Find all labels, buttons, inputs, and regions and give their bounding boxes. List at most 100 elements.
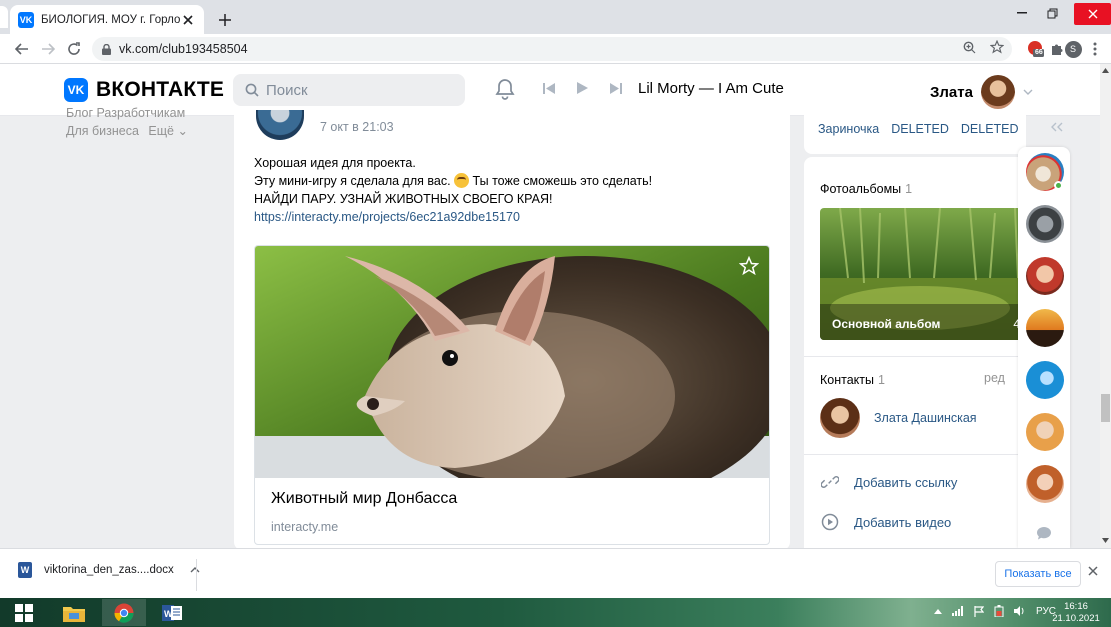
profile-letter: S bbox=[1064, 40, 1082, 58]
left-footer-menu: Блог Разработчикам Для бизнеса Ещё ⌄ bbox=[66, 106, 188, 140]
clock-date: 21.10.2021 bbox=[1052, 613, 1100, 624]
next-track-icon[interactable] bbox=[610, 82, 622, 94]
post-line-2a: Эту мини-игру я сделала для вас. bbox=[254, 174, 451, 188]
svg-text:W: W bbox=[164, 609, 173, 619]
collapse-chats-icon[interactable] bbox=[1050, 122, 1064, 132]
user-menu[interactable]: Злата bbox=[930, 75, 1033, 109]
contacts-count: 1 bbox=[878, 373, 885, 387]
network-signal-icon[interactable] bbox=[952, 606, 964, 616]
search-icon bbox=[245, 83, 259, 97]
chat-avatar[interactable] bbox=[1026, 257, 1064, 295]
chat-avatar[interactable] bbox=[1026, 465, 1064, 503]
online-indicator bbox=[1054, 181, 1063, 190]
window-close-button[interactable] bbox=[1074, 3, 1111, 25]
post-link[interactable]: https://interacty.me/projects/6ec21a92db… bbox=[254, 208, 652, 226]
taskbar-clock[interactable]: 16:16 21.10.2021 bbox=[1050, 601, 1102, 625]
favorite-star-icon[interactable] bbox=[739, 256, 759, 276]
contacts-header[interactable]: Контакты 1 bbox=[820, 373, 885, 387]
profile-avatar[interactable]: S bbox=[1064, 40, 1082, 58]
vk-favicon-icon: VK bbox=[18, 11, 34, 28]
minimize-button[interactable] bbox=[1007, 0, 1037, 26]
file-explorer-taskbar-icon[interactable] bbox=[52, 599, 96, 626]
divider bbox=[196, 559, 197, 591]
add-video-button[interactable]: Добавить видео bbox=[820, 512, 951, 532]
back-button[interactable] bbox=[12, 40, 32, 58]
chat-avatar[interactable] bbox=[1026, 413, 1064, 451]
scroll-up-icon[interactable] bbox=[1102, 68, 1109, 73]
scrollbar-thumb[interactable] bbox=[1101, 394, 1110, 422]
notifications-bell-icon[interactable] bbox=[495, 78, 515, 100]
flag-icon[interactable] bbox=[974, 605, 984, 617]
chat-bubble-icon[interactable] bbox=[1037, 527, 1051, 540]
add-link-button[interactable]: Добавить ссылку bbox=[820, 472, 957, 492]
user-name: Злата bbox=[930, 83, 973, 101]
menu-business[interactable]: Для бизнеса bbox=[66, 124, 139, 138]
post-line-2: Эту мини-игру я сделала для вас. Ты тоже… bbox=[254, 172, 652, 190]
chrome-taskbar-icon[interactable] bbox=[102, 599, 146, 626]
albums-count: 1 bbox=[905, 182, 913, 196]
member-name[interactable]: DELETED bbox=[961, 122, 1019, 136]
reload-button[interactable] bbox=[64, 40, 84, 58]
post-line-2b: Ты тоже сможешь это сделать! bbox=[472, 174, 653, 188]
browser-menu-icon[interactable] bbox=[1086, 40, 1104, 58]
scroll-down-icon[interactable] bbox=[1102, 538, 1109, 543]
chat-avatar[interactable] bbox=[1026, 205, 1064, 243]
wall-post: 7 окт в 21:03 Хорошая идея для проекта. … bbox=[234, 110, 790, 550]
now-playing-track[interactable]: Lil Morty — I Am Cute bbox=[638, 80, 784, 97]
member-name[interactable]: DELETED bbox=[891, 122, 949, 136]
search-input[interactable] bbox=[266, 81, 456, 99]
play-icon[interactable] bbox=[577, 82, 588, 94]
restore-button[interactable] bbox=[1037, 0, 1067, 26]
divider bbox=[804, 454, 1026, 455]
vk-logo[interactable]: VK ВКОНТАКТЕ bbox=[64, 78, 224, 102]
album-main[interactable]: Основной альбом 4 bbox=[820, 208, 1026, 340]
albums-header[interactable]: Фотоальбомы 1 bbox=[820, 182, 912, 196]
downloads-bar: W viktorina_den_zas....docx Показать все bbox=[0, 548, 1111, 598]
post-date[interactable]: 7 окт в 21:03 bbox=[320, 120, 394, 134]
vk-wordmark: ВКОНТАКТЕ bbox=[96, 78, 225, 101]
browser-toolbar: vk.com/club193458504 66 S bbox=[0, 34, 1111, 64]
previous-track-icon[interactable] bbox=[543, 82, 555, 94]
tray-chevron-icon[interactable] bbox=[934, 608, 942, 614]
chat-avatar[interactable] bbox=[1026, 309, 1064, 347]
battery-icon[interactable] bbox=[994, 605, 1004, 617]
extension-badge-icon[interactable]: 66 bbox=[1026, 40, 1044, 58]
word-file-icon: W bbox=[18, 562, 32, 578]
url-text: vk.com/club193458504 bbox=[119, 42, 248, 56]
chat-bar bbox=[1018, 147, 1070, 548]
menu-more[interactable]: Ещё ⌄ bbox=[148, 124, 188, 138]
member-name[interactable]: Зариночка bbox=[818, 122, 879, 136]
post-author-avatar[interactable] bbox=[256, 110, 304, 140]
tab-edge bbox=[0, 6, 8, 28]
menu-blog-devs[interactable]: Блог Разработчикам bbox=[66, 104, 188, 122]
contacts-edit-link[interactable]: ред bbox=[984, 371, 1005, 385]
video-play-icon bbox=[820, 512, 840, 532]
start-button[interactable] bbox=[6, 599, 42, 626]
tab-close-icon[interactable] bbox=[180, 12, 196, 28]
download-item[interactable]: W viktorina_den_zas....docx bbox=[18, 562, 200, 578]
albums-title: Фотоальбомы bbox=[820, 182, 902, 196]
word-taskbar-icon[interactable]: W bbox=[150, 599, 194, 626]
forward-button[interactable] bbox=[38, 40, 58, 58]
show-all-downloads-button[interactable]: Показать все bbox=[995, 561, 1081, 587]
chat-avatar[interactable] bbox=[1026, 361, 1064, 399]
group-sidebar-card: Фотоальбомы 1 Основной альбом 4 Контакты 1 bbox=[804, 157, 1026, 548]
snippet-title[interactable]: Животный мир Донбасса bbox=[271, 490, 457, 508]
chevron-up-icon[interactable] bbox=[190, 567, 200, 573]
page-scrollbar[interactable] bbox=[1100, 64, 1111, 548]
user-avatar bbox=[980, 75, 1015, 109]
browser-tab-active[interactable]: VK БИОЛОГИЯ. МОУ г. Горловки "Ш bbox=[10, 5, 204, 34]
album-name: Основной альбом bbox=[832, 317, 941, 331]
add-link-label: Добавить ссылку bbox=[854, 474, 958, 490]
contact-item[interactable]: Злата Дашинская bbox=[820, 398, 977, 438]
download-filename: viktorina_den_zas....docx bbox=[44, 564, 174, 576]
link-snippet[interactable]: Животный мир Донбасса interacty.me bbox=[254, 245, 770, 545]
vk-search[interactable] bbox=[233, 74, 465, 106]
bookmark-star-icon[interactable] bbox=[990, 40, 1004, 54]
zoom-icon[interactable] bbox=[963, 41, 976, 54]
hedgehog-photo[interactable] bbox=[255, 246, 769, 478]
new-tab-button[interactable] bbox=[214, 9, 236, 31]
volume-icon[interactable] bbox=[1014, 606, 1026, 616]
close-downloads-icon[interactable] bbox=[1088, 566, 1098, 576]
address-bar[interactable]: vk.com/club193458504 bbox=[92, 37, 1012, 61]
